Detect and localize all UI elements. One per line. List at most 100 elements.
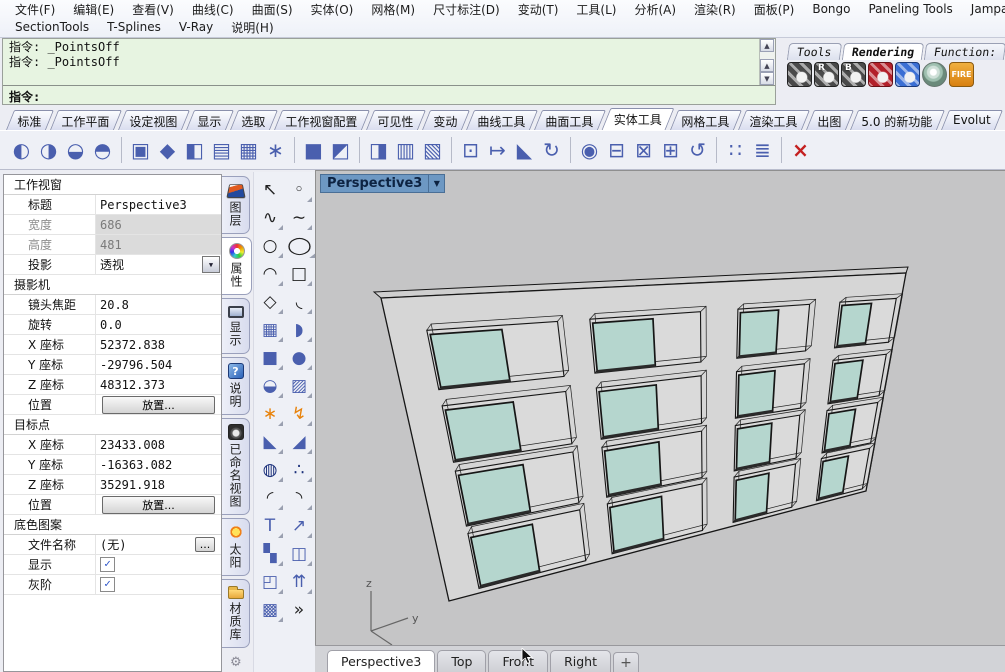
extract-surface-icon[interactable]: ◧	[181, 137, 208, 164]
scroll-up-icon[interactable]: ▲	[760, 39, 774, 52]
solid-edit-tool[interactable]: ◰	[256, 568, 285, 596]
checkbox[interactable]: ✓	[100, 577, 115, 592]
menu-item[interactable]: 变动(T)	[509, 0, 568, 19]
dropdown-arrow-icon[interactable]: ▼	[202, 256, 220, 273]
rotate-hole-icon[interactable]: ↺	[684, 137, 711, 164]
vray-options-blue-icon[interactable]	[895, 62, 920, 87]
property-value[interactable]: 透视 ▼	[96, 255, 221, 274]
vray-material-sphere-icon[interactable]	[922, 62, 947, 87]
adjust-blend-tool[interactable]: ◜	[256, 484, 285, 512]
command-prompt[interactable]: 指令:	[3, 85, 775, 104]
toolbar-tab-标准[interactable]: 标准	[5, 110, 55, 130]
vray-render-icon[interactable]	[787, 62, 812, 87]
round-hole-icon[interactable]: ◉	[576, 137, 603, 164]
patch-tool[interactable]: ◗	[285, 316, 314, 344]
text-tool[interactable]: T	[256, 512, 285, 540]
menu-item[interactable]: 网格(M)	[362, 0, 424, 19]
toolbar-tab-曲面工具[interactable]: 曲面工具	[534, 110, 607, 130]
property-value[interactable]: -29796.504	[96, 355, 221, 374]
toolbar-tab-实体工具[interactable]: 实体工具	[601, 108, 675, 130]
menu-item[interactable]: Paneling Tools	[859, 1, 961, 17]
scrollbar-track[interactable]	[760, 52, 775, 59]
menu-item[interactable]: 说明(H)	[222, 18, 282, 37]
make-hole-icon[interactable]: ⊠	[630, 137, 657, 164]
viewport-tab-perspective3[interactable]: Perspective3	[327, 650, 436, 672]
viewport-tab-top[interactable]: Top	[437, 650, 487, 672]
browse-button[interactable]: ...	[195, 537, 215, 552]
menu-item[interactable]: 文件(F)	[6, 0, 64, 19]
tab-display[interactable]: 显示	[222, 298, 250, 354]
box-icon[interactable]: ■	[300, 137, 327, 164]
grid-array-tool[interactable]: ▩	[256, 596, 285, 624]
viewport-canvas[interactable]: Perspective3 ▼ zyx	[315, 170, 1005, 646]
object-color-tool[interactable]: ◍	[256, 456, 285, 484]
property-value[interactable]: -16363.082	[96, 455, 221, 474]
menu-item[interactable]: T-Splines	[98, 19, 170, 35]
move-face-icon[interactable]: ↦	[484, 137, 511, 164]
mesh-tool[interactable]: ▨	[285, 372, 314, 400]
toolbar-tab-变动[interactable]: 变动	[422, 110, 471, 130]
place-hole-icon[interactable]: ⊟	[603, 137, 630, 164]
slab-icon[interactable]: ▧	[419, 137, 446, 164]
polygon-tool[interactable]: ◇	[256, 288, 285, 316]
vray-tab-rendering[interactable]: Rendering	[841, 43, 925, 60]
menu-item[interactable]: 曲线(C)	[183, 0, 243, 19]
solid-control-points-icon[interactable]: ⊡	[457, 137, 484, 164]
menu-item[interactable]: 尺寸标注(D)	[424, 0, 509, 19]
shell-icon[interactable]: ◨	[365, 137, 392, 164]
explode-tool[interactable]: ∗	[256, 400, 285, 428]
rectangle-tool[interactable]: □	[285, 260, 314, 288]
tab-sun[interactable]: 太阳	[222, 518, 250, 576]
more-tools[interactable]: »	[285, 596, 314, 624]
vray-render-rt-icon[interactable]: R	[814, 62, 839, 87]
toolbar-tab-网格工具[interactable]: 网格工具	[670, 110, 743, 130]
menu-item[interactable]: 面板(P)	[745, 0, 804, 19]
command-scrollbar[interactable]: ▲ ▲ ▼	[759, 39, 775, 85]
menu-item[interactable]: 编辑(E)	[64, 0, 123, 19]
extrude-tool[interactable]: ⇈	[285, 568, 314, 596]
cone-icon[interactable]: ◩	[327, 137, 354, 164]
vray-options-red-icon[interactable]	[868, 62, 893, 87]
merge-faces-icon[interactable]: ∗	[262, 137, 289, 164]
solid-points-on-icon[interactable]: ▦	[235, 137, 262, 164]
tab-named-views[interactable]: 已命名视图	[222, 418, 250, 515]
tab-material-library[interactable]: 材质库	[222, 579, 250, 648]
extrude-surface-icon[interactable]: ▥	[392, 137, 419, 164]
move-control-point-tool[interactable]: ↗	[285, 512, 314, 540]
viewport-title-tab[interactable]: Perspective3 ▼	[320, 174, 446, 193]
scroll-up-small-icon[interactable]: ▲	[760, 59, 774, 72]
place-button[interactable]: 放置...	[102, 495, 215, 514]
scroll-down-icon[interactable]: ▼	[760, 72, 774, 85]
box-tool[interactable]: ■	[256, 344, 285, 372]
ellipse-tool[interactable]: ◯	[280, 232, 318, 260]
cylinder-tool[interactable]: ◒	[256, 372, 285, 400]
toolbar-tab-工作视窗配置[interactable]: 工作视窗配置	[274, 110, 371, 130]
rotate-face-icon[interactable]: ↻	[538, 137, 565, 164]
boolean-two-objects-icon[interactable]: ◓	[89, 137, 116, 164]
menu-item[interactable]: SectionTools	[6, 19, 98, 35]
vray-fire-icon[interactable]: FIRE	[949, 62, 974, 87]
menu-item[interactable]: 实体(O)	[302, 0, 363, 19]
boolean-intersection-icon[interactable]: ◒	[62, 137, 89, 164]
polyhedron-icon[interactable]: ◆	[154, 137, 181, 164]
mirror-tool[interactable]: ◫	[285, 540, 314, 568]
array-hole-grid-icon[interactable]: ≣	[749, 137, 776, 164]
viewport-tab-right[interactable]: Right	[550, 650, 611, 672]
toolbar-tab-渲染工具[interactable]: 渲染工具	[738, 110, 811, 130]
property-value[interactable]: 0.0	[96, 315, 221, 334]
toolbar-tab-工作平面[interactable]: 工作平面	[49, 110, 123, 130]
trim-tool[interactable]: ↯	[285, 400, 314, 428]
toolbar-tab-5.0 的新功能[interactable]: 5.0 的新功能	[850, 110, 946, 130]
viewport-title[interactable]: Perspective3	[321, 175, 428, 192]
arc-tool[interactable]: ◠	[256, 260, 285, 288]
toolbar-tab-显示[interactable]: 显示	[186, 110, 235, 130]
sphere-tool[interactable]: ●	[285, 344, 314, 372]
viewport-tab-front[interactable]: Front	[488, 650, 549, 672]
menu-item[interactable]: 分析(A)	[625, 0, 685, 19]
property-value[interactable]: 48312.373	[96, 375, 221, 394]
array-tool[interactable]: ▚	[256, 540, 285, 568]
panel-gear-icon[interactable]: ⚙	[230, 655, 253, 670]
delete-hole-icon[interactable]: ×	[787, 137, 814, 164]
toolbar-tab-曲线工具[interactable]: 曲线工具	[466, 110, 539, 130]
property-value[interactable]: 35291.918	[96, 475, 221, 494]
